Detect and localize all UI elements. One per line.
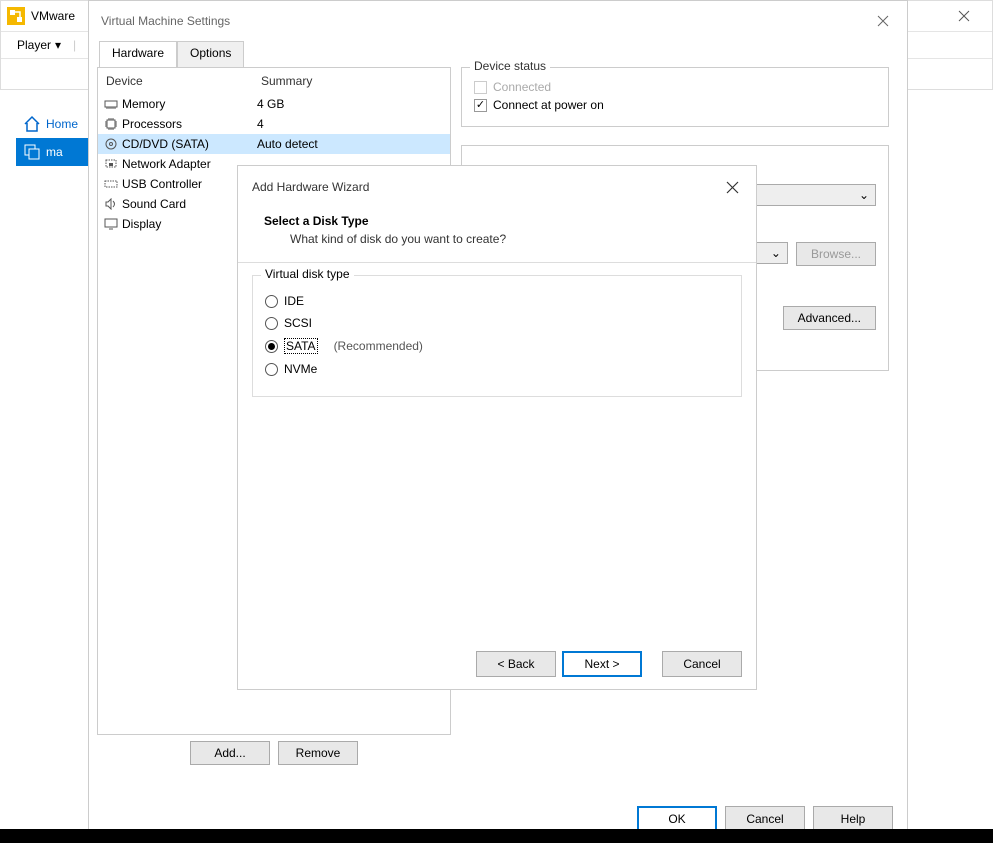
connected-checkbox-row[interactable]: Connected <box>474 78 876 96</box>
add-remove-bar: Add... Remove <box>97 741 451 771</box>
sidebar-home-label: Home <box>46 117 78 131</box>
device-row-memory[interactable]: Memory 4 GB <box>98 94 450 114</box>
device-summary: 4 <box>257 117 446 131</box>
wizard-subheading: What kind of disk do you want to create? <box>264 232 730 246</box>
next-button[interactable]: Next > <box>562 651 642 677</box>
device-name: CD/DVD (SATA) <box>120 137 257 151</box>
settings-close-button[interactable] <box>871 9 895 33</box>
memory-icon <box>102 96 120 112</box>
device-name: Processors <box>120 117 257 131</box>
radio-sata-label: SATA <box>284 338 318 354</box>
radio-scsi[interactable]: SCSI <box>265 312 729 334</box>
connect-power-label: Connect at power on <box>493 98 604 112</box>
radio-icon <box>265 363 278 376</box>
home-icon <box>22 114 42 134</box>
connected-label: Connected <box>493 80 551 94</box>
sound-icon <box>102 196 120 212</box>
connect-power-checkbox-row[interactable]: Connect at power on <box>474 96 876 114</box>
main-window-title: VMware <box>31 9 75 23</box>
tab-hardware[interactable]: Hardware <box>99 41 177 67</box>
cpu-icon <box>102 116 120 132</box>
vm-icon <box>22 142 42 162</box>
device-status-group: Device status Connected Connect at power… <box>461 67 889 127</box>
disk-type-group-title: Virtual disk type <box>261 267 354 281</box>
remove-button[interactable]: Remove <box>278 741 358 765</box>
back-button[interactable]: < Back <box>476 651 556 677</box>
wizard-body: Virtual disk type IDE SCSI SATA (Recomme… <box>238 263 756 409</box>
settings-title: Virtual Machine Settings <box>101 14 230 28</box>
device-row-cddvd[interactable]: CD/DVD (SATA) Auto detect <box>98 134 450 154</box>
radio-nvme-label: NVMe <box>284 362 317 376</box>
wizard-close-button[interactable] <box>722 177 742 197</box>
add-hardware-wizard: Add Hardware Wizard Select a Disk Type W… <box>237 165 757 690</box>
sidebar-vm-label: ma <box>46 145 63 159</box>
menu-player-label: Player <box>17 38 51 52</box>
device-table-header: Device Summary <box>98 68 450 94</box>
radio-nvme[interactable]: NVMe <box>265 358 729 380</box>
wizard-footer: < Back Next > Cancel <box>476 651 742 677</box>
disk-type-group: Virtual disk type IDE SCSI SATA (Recomme… <box>252 275 742 397</box>
radio-ide[interactable]: IDE <box>265 290 729 312</box>
sidebar-item-home[interactable]: Home <box>16 110 96 138</box>
menu-player[interactable]: Player ▾ <box>9 34 69 56</box>
radio-sata[interactable]: SATA (Recommended) <box>265 334 729 358</box>
device-name: Memory <box>120 97 257 111</box>
wizard-header: Select a Disk Type What kind of disk do … <box>238 208 756 262</box>
device-status-title: Device status <box>470 59 550 73</box>
vmware-icon <box>7 7 25 25</box>
add-button[interactable]: Add... <box>190 741 270 765</box>
tab-options[interactable]: Options <box>177 41 244 67</box>
settings-titlebar: Virtual Machine Settings <box>89 1 907 41</box>
menu-separator: | <box>73 38 76 52</box>
bottom-black-bar <box>0 829 993 843</box>
wizard-titlebar: Add Hardware Wizard <box>238 166 756 208</box>
col-summary-header: Summary <box>261 74 442 88</box>
device-summary: 4 GB <box>257 97 446 111</box>
radio-icon <box>265 317 278 330</box>
chevron-down-icon: ▾ <box>55 38 61 52</box>
chevron-down-icon: ⌄ <box>771 246 781 260</box>
network-icon <box>102 156 120 172</box>
radio-icon <box>265 295 278 308</box>
device-row-processors[interactable]: Processors 4 <box>98 114 450 134</box>
device-summary: Auto detect <box>257 137 446 151</box>
display-icon <box>102 216 120 232</box>
sidebar: Home ma <box>16 110 96 166</box>
connect-power-checkbox[interactable] <box>474 99 487 112</box>
browse-button[interactable]: Browse... <box>796 242 876 266</box>
radio-icon <box>265 340 278 353</box>
main-close-button[interactable] <box>942 1 986 31</box>
sidebar-item-vm[interactable]: ma <box>16 138 96 166</box>
wizard-cancel-button[interactable]: Cancel <box>662 651 742 677</box>
wizard-heading: Select a Disk Type <box>264 214 730 228</box>
radio-ide-label: IDE <box>284 294 304 308</box>
chevron-down-icon: ⌄ <box>859 188 869 202</box>
radio-scsi-label: SCSI <box>284 316 312 330</box>
connected-checkbox[interactable] <box>474 81 487 94</box>
recommended-label: (Recommended) <box>334 339 423 353</box>
usb-icon <box>102 176 120 192</box>
disc-icon <box>102 136 120 152</box>
wizard-title-text: Add Hardware Wizard <box>252 180 369 194</box>
advanced-button[interactable]: Advanced... <box>783 306 876 330</box>
col-device-header: Device <box>106 74 261 88</box>
